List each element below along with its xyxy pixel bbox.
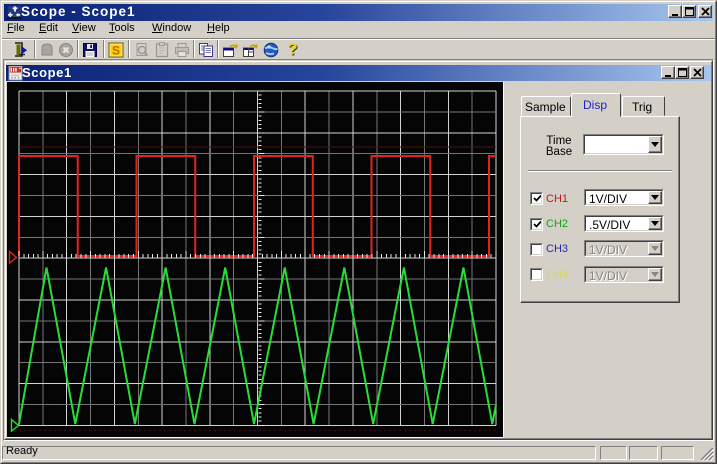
svg-text:S: S bbox=[112, 43, 120, 57]
svg-text:?: ? bbox=[287, 42, 297, 58]
